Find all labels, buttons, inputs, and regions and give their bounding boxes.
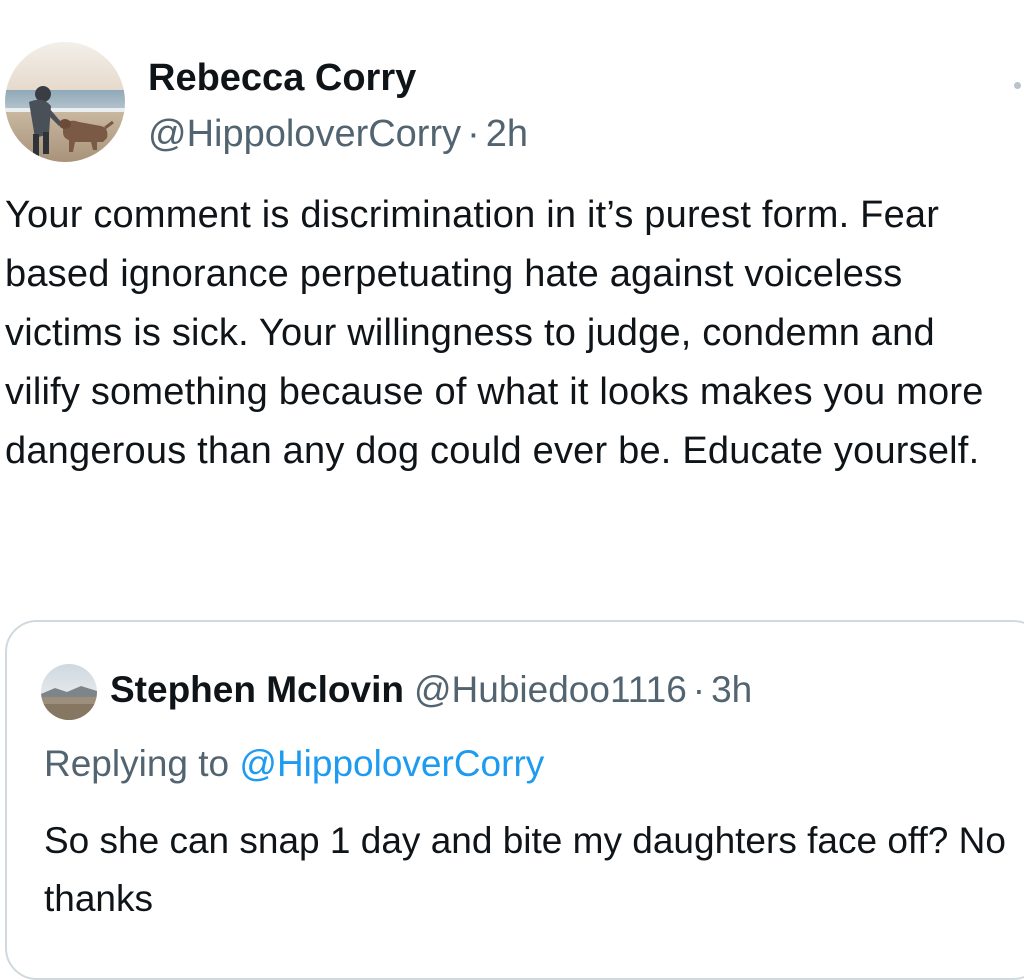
meta-separator: · xyxy=(467,113,480,155)
tweet-card: Rebecca Corry @HippoloverCorry · 2h Your c… xyxy=(0,0,1024,980)
author-display-name[interactable]: Rebecca Corry xyxy=(148,54,416,102)
replying-to-line: Replying to @HippoloverCorry xyxy=(44,740,544,788)
more-dot-icon[interactable] xyxy=(1014,82,1021,89)
author-meta: @HippoloverCorry · 2h xyxy=(148,110,528,158)
author-handle[interactable]: @HippoloverCorry xyxy=(148,113,461,155)
avatar-landscape-image xyxy=(41,664,97,720)
quoted-author-display-name[interactable]: Stephen Mclovin xyxy=(110,669,404,710)
quoted-tweet-timestamp[interactable]: 3h xyxy=(711,669,752,710)
quoted-author-handle[interactable]: @Hubiedoo1116 xyxy=(404,669,687,710)
replying-to-mention[interactable]: @HippoloverCorry xyxy=(239,743,544,784)
author-avatar[interactable] xyxy=(5,42,125,162)
replying-to-label: Replying to xyxy=(44,743,230,784)
quoted-author-avatar[interactable] xyxy=(41,664,97,720)
quoted-tweet-header: Stephen Mclovin @Hubiedoo1116 · 3h xyxy=(110,666,752,714)
quoted-meta-separator: · xyxy=(692,669,706,710)
tweet-timestamp[interactable]: 2h xyxy=(486,113,528,155)
quoted-tweet-body: So she can snap 1 day and bite my daught… xyxy=(44,820,1006,919)
tweet-body: Your comment is discrimination in it’s p… xyxy=(5,194,984,472)
avatar-beach-dog-image xyxy=(5,42,125,162)
